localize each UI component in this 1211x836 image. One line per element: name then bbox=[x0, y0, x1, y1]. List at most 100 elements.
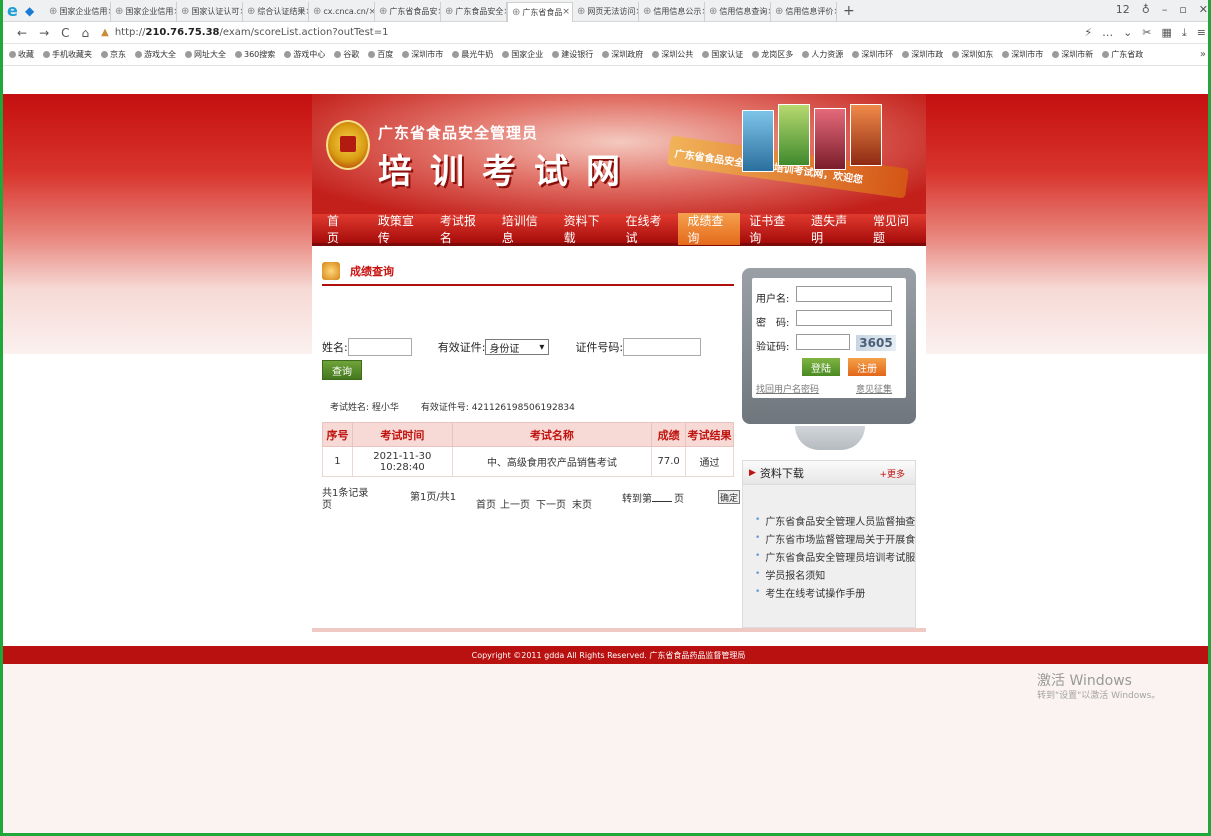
bookmark-item[interactable]: 深圳政府 bbox=[602, 49, 643, 60]
pager-next[interactable]: 下一页 bbox=[536, 496, 566, 511]
download-item[interactable]: • 广东省食品安全管理员培训考试服务 bbox=[755, 547, 915, 565]
register-button[interactable]: 注册 bbox=[848, 358, 886, 376]
nav-item[interactable]: 在线考试 bbox=[616, 213, 678, 245]
url-field[interactable]: http://210.76.75.38/exam/scoreList.actio… bbox=[115, 27, 389, 38]
reload-button[interactable]: C bbox=[61, 26, 69, 40]
download-item-label: 广东省食品安全管理员培训考试服务 bbox=[765, 552, 915, 564]
captcha-input[interactable] bbox=[796, 334, 850, 350]
minimize-button[interactable]: – bbox=[1162, 3, 1168, 16]
browser-tab[interactable]: ⊕广东省食品安× bbox=[375, 1, 441, 22]
pager-ok-button[interactable]: 确定 bbox=[718, 490, 740, 504]
browser-logo-icon[interactable]: e bbox=[7, 1, 25, 20]
bookmark-item[interactable]: 国家认证 bbox=[702, 49, 743, 60]
close-tab-icon[interactable]: × bbox=[562, 7, 570, 17]
browser-tab[interactable]: ⊕信用信息公示× bbox=[639, 1, 705, 22]
back-button[interactable]: ← bbox=[17, 26, 27, 40]
id-type-select[interactable]: 身份证 ▾ bbox=[485, 339, 550, 355]
password-input[interactable] bbox=[796, 310, 892, 326]
bookmark-item[interactable]: 广东省政 bbox=[1102, 49, 1143, 60]
browser-tab[interactable]: ⊕信用信息查询× bbox=[705, 1, 771, 22]
nav-item[interactable]: 政策宣传 bbox=[369, 213, 431, 245]
login-button[interactable]: 登陆 bbox=[802, 358, 840, 376]
nav-item[interactable]: 培训信息 bbox=[493, 213, 555, 245]
pager-last[interactable]: 末页 bbox=[572, 496, 592, 511]
download-icon[interactable]: ⤓ bbox=[1182, 26, 1187, 40]
bookmark-item[interactable]: 京东 bbox=[101, 49, 126, 60]
forgot-password-link[interactable]: 找回用户名密码 bbox=[756, 382, 819, 395]
browser-tab[interactable]: ⊕国家企业信用× bbox=[111, 1, 177, 22]
nav-item[interactable]: 首 页 bbox=[318, 213, 369, 245]
nav-item[interactable]: 遗失声明 bbox=[802, 213, 864, 245]
shirt-icon[interactable]: ♁ bbox=[1142, 3, 1150, 16]
id-number-input[interactable] bbox=[623, 338, 702, 356]
query-button[interactable]: 查询 bbox=[322, 360, 362, 380]
forward-button[interactable]: → bbox=[39, 26, 49, 40]
bookmarks-bar: 收藏 手机收藏夹 京东 游戏大全 网址大全 360搜索 游戏中心 谷歌 百度 深圳市市 晨光牛奶 国家… bbox=[3, 44, 1208, 66]
nav-item[interactable]: 证书查询 bbox=[740, 213, 802, 245]
restore-button[interactable]: ▫ bbox=[1179, 3, 1186, 16]
more-icon[interactable]: … bbox=[1102, 26, 1113, 40]
bookmark-item[interactable]: 人力资源 bbox=[802, 49, 843, 60]
bookmark-item[interactable]: 深圳市市 bbox=[402, 49, 443, 60]
compass-icon[interactable]: ◆ bbox=[25, 4, 45, 18]
bookmark-item[interactable]: 国家企业 bbox=[502, 49, 543, 60]
download-item[interactable]: • 学员报名须知 bbox=[755, 565, 915, 583]
chevron-down-icon[interactable]: ⌄ bbox=[1123, 26, 1132, 40]
browser-tab[interactable]: ⊕国家认证认可× bbox=[177, 1, 243, 22]
close-tab-icon[interactable]: × bbox=[833, 7, 836, 17]
pager-goto-label: 转到第 bbox=[622, 494, 652, 505]
browser-tab[interactable]: ⊕网页无法访问× bbox=[573, 1, 639, 22]
bookmark-item[interactable]: 游戏中心 bbox=[284, 49, 325, 60]
pager-goto-input[interactable] bbox=[652, 490, 672, 502]
bookmark-item[interactable]: 360搜索 bbox=[235, 49, 275, 60]
browser-tab[interactable]: ⊕国家企业信用× bbox=[45, 1, 111, 22]
banner-photo bbox=[742, 110, 774, 172]
close-window-button[interactable]: ✕ bbox=[1199, 3, 1208, 16]
download-item[interactable]: • 考生在线考试操作手册 bbox=[755, 583, 915, 601]
national-emblem-icon bbox=[326, 120, 370, 170]
bookmark-item[interactable]: 收藏 bbox=[9, 49, 34, 60]
download-item[interactable]: • 广东省市场监督管理局关于开展食品 bbox=[755, 529, 915, 547]
bookmark-item[interactable]: 网址大全 bbox=[185, 49, 226, 60]
bookmark-item[interactable]: 深圳市新 bbox=[1052, 49, 1093, 60]
bookmark-item[interactable]: 深圳公共 bbox=[652, 49, 693, 60]
bookmark-item[interactable]: 深圳市市 bbox=[1002, 49, 1043, 60]
nav-item[interactable]: 成绩查询 bbox=[678, 212, 741, 245]
grid-icon[interactable]: ▦ bbox=[1162, 26, 1172, 40]
bookmark-item[interactable]: 手机收藏夹 bbox=[43, 49, 92, 60]
name-input[interactable] bbox=[347, 338, 412, 356]
bookmark-item[interactable]: 深圳市环 bbox=[852, 49, 893, 60]
bookmark-item[interactable]: 百度 bbox=[368, 49, 393, 60]
browser-tab[interactable]: ⊕信用信息评价× bbox=[771, 1, 837, 22]
feedback-link[interactable]: 意见征集 bbox=[856, 382, 892, 395]
home-button[interactable]: ⌂ bbox=[82, 26, 90, 40]
new-tab-button[interactable]: + bbox=[843, 3, 855, 19]
downloads-more-link[interactable]: +更多 bbox=[879, 467, 905, 480]
browser-tab[interactable]: ⊕ 广东省食品 × bbox=[507, 1, 573, 22]
bookmark-item[interactable]: 龙岗区多 bbox=[752, 49, 793, 60]
bookmark-item[interactable]: 谷歌 bbox=[334, 49, 359, 60]
nav-item[interactable]: 常见问题 bbox=[864, 213, 926, 245]
scissors-icon[interactable]: ✂ bbox=[1142, 26, 1151, 40]
bookmark-icon bbox=[235, 51, 242, 58]
lightning-icon[interactable]: ⚡ bbox=[1084, 26, 1092, 40]
bookmark-item[interactable]: 建设银行 bbox=[552, 49, 593, 60]
nav-item[interactable]: 考试报名 bbox=[431, 213, 493, 245]
pager-first[interactable]: 首页 bbox=[476, 496, 496, 511]
bookmark-item[interactable]: 晨光牛奶 bbox=[452, 49, 493, 60]
bookmark-item[interactable]: 深圳市政 bbox=[902, 49, 943, 60]
bookmark-item[interactable]: 深圳如东 bbox=[952, 49, 993, 60]
bookmark-item[interactable]: 游戏大全 bbox=[135, 49, 176, 60]
browser-tab[interactable]: ⊕广东食品安全× bbox=[441, 1, 507, 22]
tab-count-badge[interactable]: 12 bbox=[1116, 3, 1130, 16]
bookmarks-overflow-icon[interactable]: » bbox=[1200, 49, 1206, 60]
globe-icon: ⊕ bbox=[643, 6, 652, 17]
captcha-image[interactable]: 3605 bbox=[856, 335, 896, 351]
username-input[interactable] bbox=[796, 286, 892, 302]
browser-tab[interactable]: ⊕cx.cnca.cn/× bbox=[309, 1, 375, 22]
pager-prev[interactable]: 上一页 bbox=[500, 496, 530, 511]
download-item[interactable]: • 广东省食品安全管理人员监督抽查 bbox=[755, 511, 915, 529]
menu-icon[interactable]: ≡ bbox=[1197, 26, 1206, 40]
nav-item[interactable]: 资料下载 bbox=[555, 213, 617, 245]
browser-tab[interactable]: ⊕综合认证结果× bbox=[243, 1, 309, 22]
